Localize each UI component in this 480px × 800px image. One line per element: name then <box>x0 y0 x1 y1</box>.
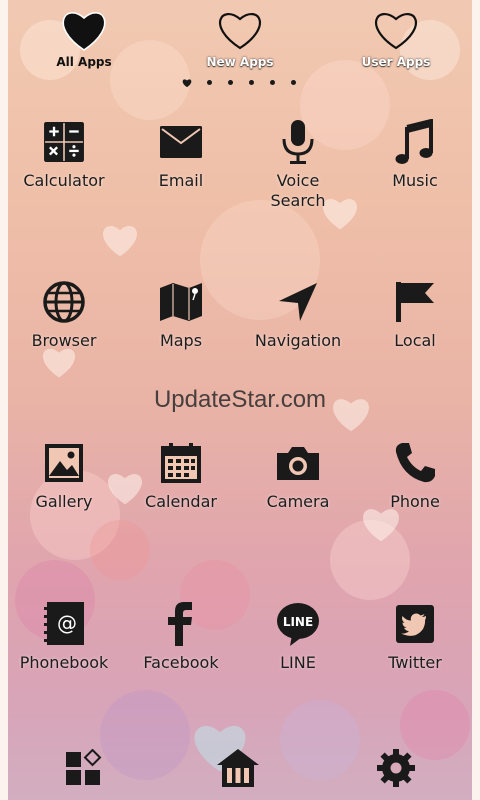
app-browser[interactable]: Browser <box>6 276 122 351</box>
app-label: LINE <box>280 653 316 672</box>
app-voice-search[interactable]: Voice Search <box>240 116 356 211</box>
svg-text:LINE: LINE <box>283 615 313 629</box>
home-icon <box>217 749 259 787</box>
app-label: Music <box>392 171 438 190</box>
app-label: Phone <box>390 492 440 511</box>
app-label: Twitter <box>388 653 442 672</box>
calculator-icon <box>36 116 92 168</box>
app-facebook[interactable]: Facebook <box>123 598 239 673</box>
calendar-icon <box>153 437 209 489</box>
app-phonebook[interactable]: @ Phonebook <box>6 598 122 673</box>
heart-page-indicator-icon <box>182 79 192 88</box>
app-calculator[interactable]: Calculator <box>6 116 122 191</box>
tab-label: User Apps <box>361 55 431 69</box>
app-label: Calendar <box>145 492 217 511</box>
line-bubble-icon: LINE <box>270 598 326 650</box>
picture-icon <box>36 437 92 489</box>
app-label: Gallery <box>35 492 93 511</box>
app-label: Local <box>394 331 436 350</box>
app-email[interactable]: Email <box>123 116 239 191</box>
heart-outline-icon <box>375 13 417 50</box>
page-indicator <box>180 78 305 88</box>
envelope-icon <box>153 116 209 168</box>
app-calendar[interactable]: Calendar <box>123 437 239 512</box>
app-camera[interactable]: Camera <box>240 437 356 512</box>
settings-button[interactable] <box>374 746 418 790</box>
app-label: Maps <box>159 331 203 350</box>
app-local[interactable]: Local <box>357 276 473 351</box>
tab-label: New Apps <box>206 55 274 69</box>
navigation-arrow-icon <box>270 276 326 328</box>
app-label: Camera <box>266 492 330 511</box>
app-label: Navigation <box>254 331 342 350</box>
app-maps[interactable]: Maps <box>123 276 239 351</box>
address-book-icon: @ <box>36 598 92 650</box>
app-label: Calculator <box>23 171 105 190</box>
flag-icon <box>387 276 443 328</box>
app-music[interactable]: Music <box>357 116 473 191</box>
widgets-button[interactable] <box>62 746 106 790</box>
tab-new-apps[interactable]: New Apps <box>180 8 300 69</box>
heart-filled-icon <box>62 12 106 51</box>
home-button[interactable] <box>216 746 260 790</box>
settings-gear-icon <box>377 749 415 787</box>
app-label: Voice Search <box>270 171 326 210</box>
phone-handset-icon <box>387 437 443 489</box>
app-navigation[interactable]: Navigation <box>240 276 356 351</box>
camera-icon <box>270 437 326 489</box>
twitter-bird-icon <box>387 598 443 650</box>
microphone-icon <box>270 116 326 168</box>
page-dot <box>249 80 254 85</box>
app-label: Facebook <box>143 653 219 672</box>
app-label: Browser <box>31 331 97 350</box>
tab-label: All Apps <box>56 55 112 69</box>
page-dot <box>228 80 233 85</box>
page-dot <box>291 80 296 85</box>
page-dot <box>207 80 212 85</box>
globe-icon <box>36 276 92 328</box>
tab-user-apps[interactable]: User Apps <box>336 8 456 69</box>
widgets-grid-icon <box>66 749 102 785</box>
app-twitter[interactable]: Twitter <box>357 598 473 673</box>
music-note-icon <box>387 116 443 168</box>
app-line[interactable]: LINE LINE <box>240 598 356 673</box>
page-dot <box>270 80 275 85</box>
folded-map-icon <box>153 276 209 328</box>
app-label: Phonebook <box>19 653 109 672</box>
app-label: Email <box>158 171 204 190</box>
svg-text:@: @ <box>57 611 77 635</box>
app-gallery[interactable]: Gallery <box>6 437 122 512</box>
watermark-text: UpdateStar.com <box>153 386 327 413</box>
tab-all-apps[interactable]: All Apps <box>24 8 144 69</box>
app-drawer-tabs: All Apps New Apps User Apps <box>0 8 480 78</box>
app-phone[interactable]: Phone <box>357 437 473 512</box>
facebook-icon <box>153 598 209 650</box>
heart-outline-icon <box>219 13 261 50</box>
